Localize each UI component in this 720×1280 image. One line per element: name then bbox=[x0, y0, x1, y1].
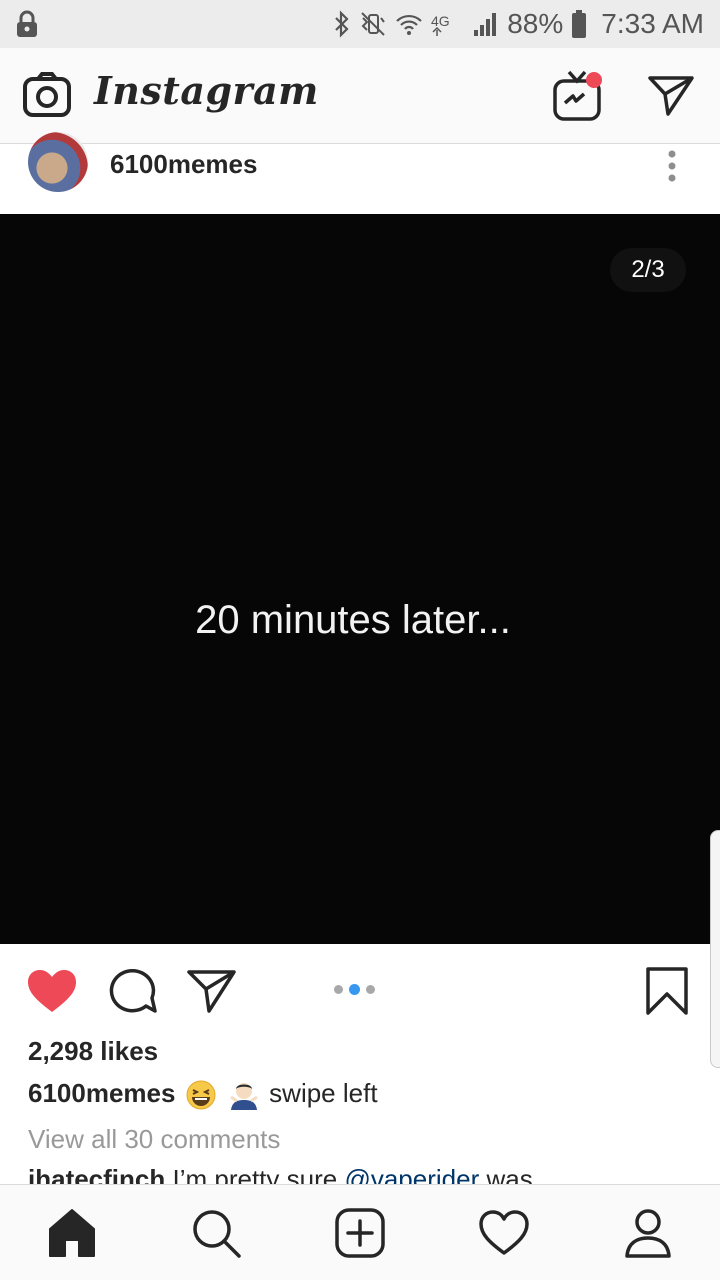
caption-username[interactable]: 6100memes bbox=[28, 1078, 175, 1108]
like-heart-icon[interactable] bbox=[26, 968, 78, 1014]
post-caption: 6100memes swipe left bbox=[28, 1078, 378, 1111]
lock-icon bbox=[17, 10, 37, 37]
search-icon[interactable] bbox=[190, 1207, 242, 1259]
status-bar: 4G 88% 7:33 AM bbox=[0, 0, 720, 48]
view-all-comments-link[interactable]: View all 30 comments bbox=[28, 1124, 280, 1155]
instagram-logo[interactable]: Instagram bbox=[94, 68, 319, 113]
comment-username[interactable]: ihatecfinch bbox=[28, 1164, 165, 1184]
network-type-icon: 4G bbox=[431, 13, 450, 36]
image-counter: 2/3 bbox=[610, 248, 686, 292]
wifi-icon bbox=[396, 14, 422, 35]
add-post-icon[interactable] bbox=[334, 1207, 386, 1259]
battery-icon bbox=[572, 10, 587, 38]
home-icon[interactable] bbox=[46, 1207, 98, 1259]
comment-text-rest: was bbox=[486, 1164, 533, 1184]
status-icons: 4G 88% 7:33 AM bbox=[333, 0, 704, 48]
svg-text:4G: 4G bbox=[431, 13, 450, 29]
igtv-notification-dot bbox=[586, 72, 602, 88]
vibrate-icon bbox=[361, 12, 386, 36]
man-shrugging-emoji bbox=[230, 1083, 258, 1111]
bookmark-icon[interactable] bbox=[644, 966, 690, 1016]
signal-icon bbox=[474, 13, 497, 36]
clock: 7:33 AM bbox=[601, 8, 704, 39]
laughing-emoji bbox=[186, 1080, 216, 1110]
post-header: 6100memes bbox=[0, 132, 720, 214]
camera-icon[interactable] bbox=[22, 72, 72, 118]
post-action-bar bbox=[0, 944, 720, 1038]
app-header: Instagram bbox=[0, 48, 720, 144]
avatar[interactable] bbox=[28, 132, 88, 192]
share-icon[interactable] bbox=[186, 968, 238, 1014]
comment-text: I’m pretty sure bbox=[172, 1164, 338, 1184]
more-options-icon[interactable] bbox=[666, 148, 678, 184]
carousel-indicator bbox=[334, 984, 375, 995]
comment-preview: ihatecfinch I’m pretty sure @vaperider w… bbox=[28, 1164, 533, 1184]
bluetooth-icon bbox=[335, 10, 349, 38]
activity-heart-icon[interactable] bbox=[478, 1207, 530, 1259]
image-text: 20 minutes later... bbox=[195, 598, 511, 642]
comment-mention[interactable]: @vaperider bbox=[344, 1164, 479, 1184]
comment-icon[interactable] bbox=[106, 968, 158, 1014]
profile-icon[interactable] bbox=[622, 1207, 674, 1259]
carousel-dot bbox=[366, 985, 375, 994]
likes-count[interactable]: 2,298 likes bbox=[28, 1036, 158, 1067]
direct-message-icon[interactable] bbox=[646, 74, 696, 118]
battery-percent: 88% bbox=[507, 8, 564, 39]
carousel-dot bbox=[334, 985, 343, 994]
carousel-dot-active bbox=[349, 984, 360, 995]
post-image[interactable]: 2/3 20 minutes later... bbox=[0, 214, 720, 944]
bottom-navigation bbox=[0, 1184, 720, 1280]
post-username[interactable]: 6100memes bbox=[110, 149, 257, 180]
caption-text: swipe left bbox=[269, 1078, 378, 1108]
